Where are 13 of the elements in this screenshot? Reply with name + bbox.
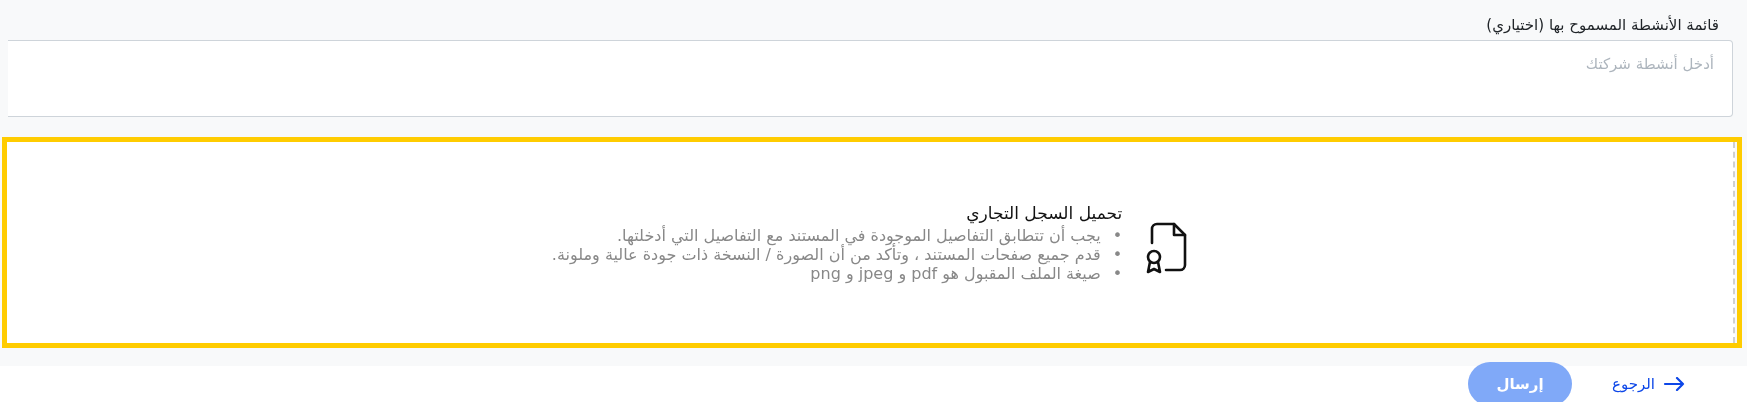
bullet-mark: • bbox=[1112, 226, 1123, 245]
back-link[interactable]: الرجوع bbox=[1612, 375, 1685, 393]
certificate-file-icon bbox=[1144, 220, 1189, 275]
input-field[interactable]: أدخل أنشطة شركتك bbox=[8, 40, 1733, 117]
bullet-mark: • bbox=[1112, 245, 1123, 264]
instruction-text: صيغة الملف المقبول هو pdf و jpeg و png bbox=[810, 264, 1101, 283]
arrow-icon bbox=[1663, 377, 1685, 391]
field-label: قائمة الأنشطة المسموح بها (اختياري) bbox=[1485, 14, 1719, 37]
bullet-mark: • bbox=[1112, 264, 1123, 283]
upload-title: تحميل السجل التجاري bbox=[965, 202, 1123, 224]
instruction-text: يجب أن تتطابق التفاصيل الموجودة في المستند مع التفاصيل التي أدخلتها. bbox=[616, 226, 1101, 245]
instruction-text: قدم جميع صفحات المستند ، وتأكد من أن الصورة / النسخة ذات جودة عالية وملونة. bbox=[551, 245, 1101, 264]
upload-area[interactable] bbox=[2, 137, 1742, 348]
